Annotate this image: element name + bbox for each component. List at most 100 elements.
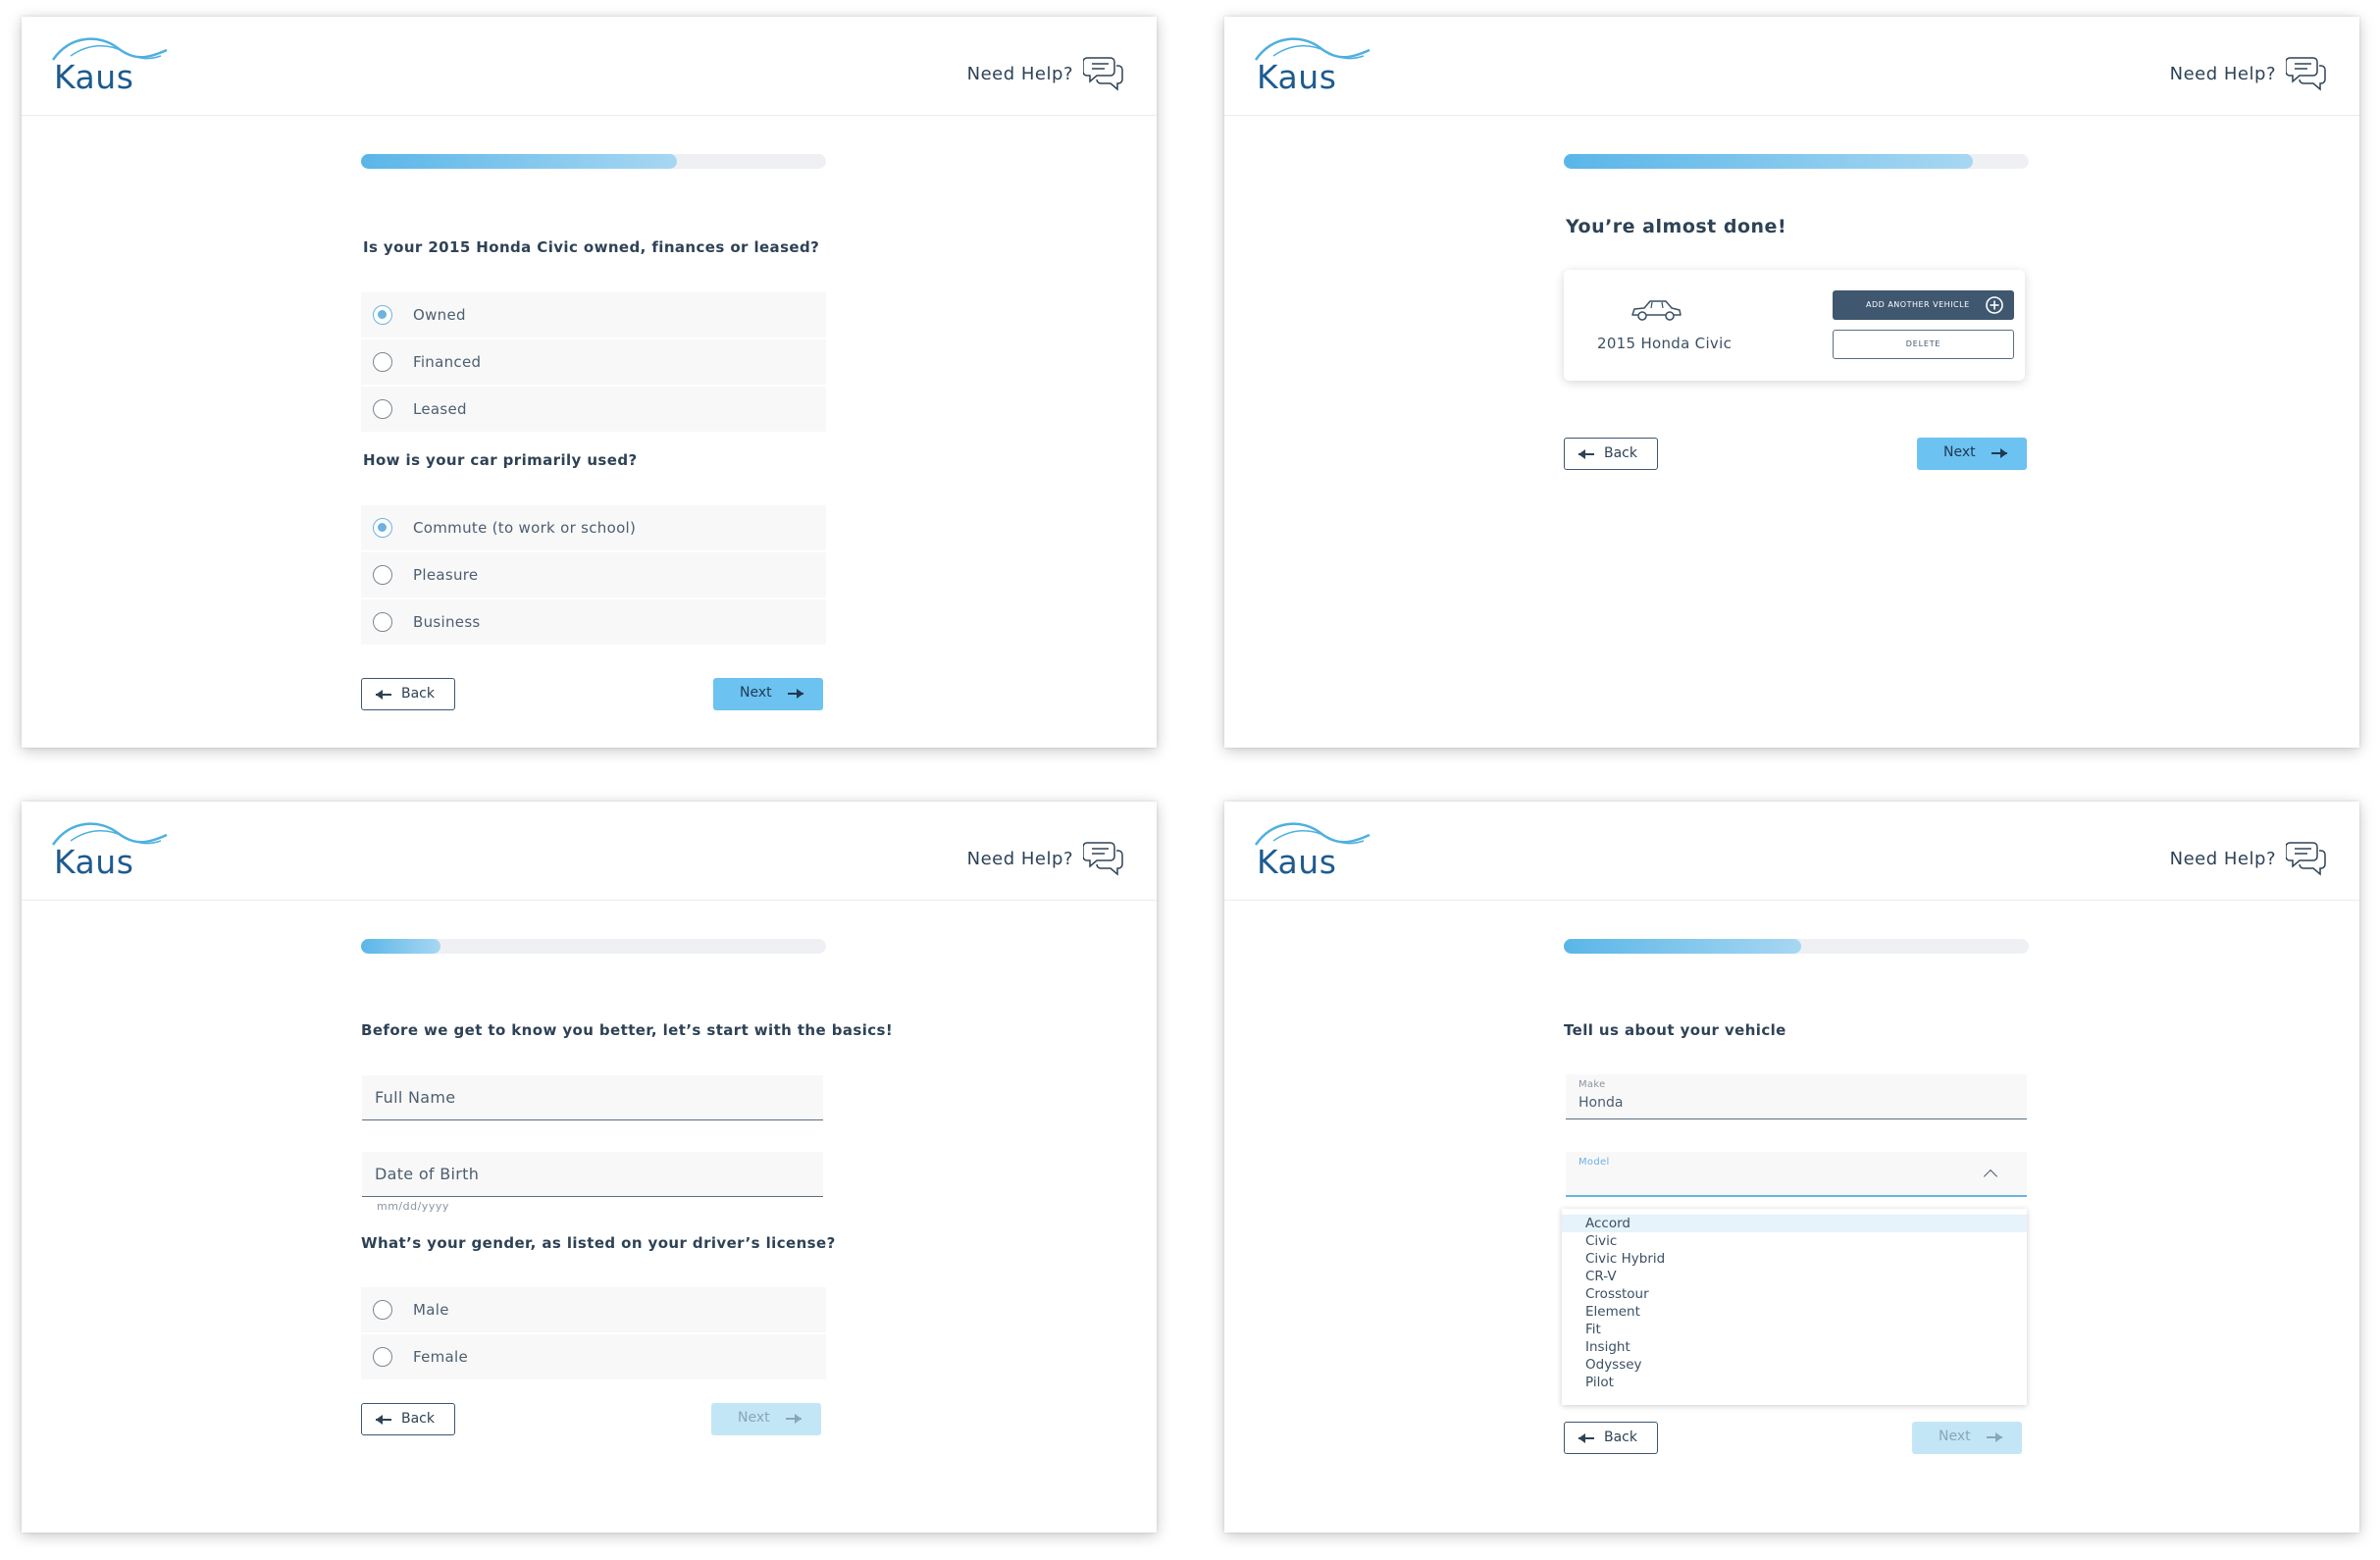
radio-button[interactable] [373,565,392,585]
progress-bar [1564,939,2029,954]
vehicle-heading: Tell us about your vehicle [1564,1021,1786,1039]
header: Kaus Need Help? [1224,802,2359,901]
progress-fill [361,939,440,954]
progress-fill [1564,939,1801,954]
radio-label: Business [413,613,481,631]
next-button[interactable]: Next [1912,1422,2022,1454]
full-name-placeholder: Full Name [375,1088,456,1107]
radio-label: Pleasure [413,566,479,584]
model-option[interactable]: Pilot [1562,1374,2027,1391]
model-option[interactable]: Civic Hybrid [1562,1250,2027,1268]
arrow-right-icon [1992,448,2007,458]
radio-button[interactable] [373,399,392,419]
add-another-vehicle-button[interactable]: ADD ANOTHER VEHICLE [1833,290,2014,320]
logo[interactable]: Kaus [51,30,169,104]
delete-label: DELETE [1905,339,1941,348]
car-icon [1631,300,1682,321]
back-label: Back [1604,1430,1637,1445]
almost-done-heading: You’re almost done! [1566,216,1787,237]
header: Kaus Need Help? [1224,17,2359,116]
back-button[interactable]: Back [361,1403,455,1435]
arrow-left-icon [376,690,391,700]
logo-text: Kaus [54,843,134,881]
radio-button[interactable] [373,352,392,372]
dob-hint: mm/dd/yyyy [377,1200,449,1213]
vehicle-name: 2015 Honda Civic [1597,335,1733,352]
logo[interactable]: Kaus [1254,815,1371,889]
radio-button[interactable] [373,1347,392,1367]
next-button[interactable]: Next [1917,438,2027,470]
progress-bar [361,939,826,954]
back-label: Back [1604,445,1637,461]
model-select[interactable]: Model [1566,1152,2027,1197]
usage-question: How is your car primarily used? [363,451,638,469]
radio-financed[interactable]: Financed [361,339,826,385]
radio-button[interactable] [373,518,392,538]
chevron-up-icon[interactable] [1983,1169,1998,1184]
logo[interactable]: Kaus [1254,30,1371,104]
back-button[interactable]: Back [1564,1422,1658,1454]
progress-fill [361,154,678,169]
model-option[interactable]: Element [1562,1303,2027,1321]
back-label: Back [401,1411,435,1427]
need-help-label[interactable]: Need Help? [2170,64,2276,84]
full-name-field[interactable]: Full Name [362,1075,823,1120]
model-option[interactable]: Odyssey [1562,1356,2027,1374]
logo-text: Kaus [54,58,134,96]
plus-circle-icon [1986,296,2003,314]
delete-vehicle-button[interactable]: DELETE [1833,330,2014,359]
arrow-left-icon [1578,1433,1594,1443]
arrow-left-icon [376,1415,391,1425]
arrow-right-icon [788,689,803,699]
radio-owned[interactable]: Owned [361,292,826,338]
make-label: Make [1578,1079,1606,1090]
radio-female[interactable]: Female [361,1334,826,1379]
ownership-radio-group: Owned Financed Leased [361,292,826,434]
radio-button[interactable] [373,305,392,325]
radio-leased[interactable]: Leased [361,387,826,432]
radio-commute[interactable]: Commute (to work or school) [361,505,826,550]
date-of-birth-field[interactable]: Date of Birth [362,1152,823,1197]
header: Kaus Need Help? [22,17,1157,116]
chat-bubbles-icon[interactable] [2286,839,2327,876]
basics-heading: Before we get to know you better, let’s … [361,1021,894,1039]
need-help-label[interactable]: Need Help? [2170,849,2276,869]
radio-business[interactable]: Business [361,599,826,645]
back-label: Back [401,686,435,702]
next-label: Next [1939,1429,1971,1444]
chat-bubbles-icon[interactable] [1083,54,1124,91]
logo-text: Kaus [1257,843,1337,881]
model-label: Model [1578,1157,1610,1168]
next-button[interactable]: Next [711,1403,821,1435]
radio-label: Owned [413,306,466,324]
radio-label: Financed [413,353,482,371]
chat-bubbles-icon[interactable] [2286,54,2327,91]
radio-button[interactable] [373,612,392,632]
model-option[interactable]: CR-V [1562,1268,2027,1285]
next-label: Next [1943,444,1976,460]
model-option[interactable]: Fit [1562,1321,2027,1338]
model-option[interactable]: Insight [1562,1338,2027,1356]
make-field[interactable]: Make Honda [1566,1074,2027,1119]
vehicle-card: 2015 Honda Civic ADD ANOTHER VEHICLE DEL… [1564,270,2025,381]
gender-question: What’s your gender, as listed on your dr… [361,1234,836,1252]
progress-bar [1564,154,2029,169]
screen-vehicle: Kaus Need Help? Tell us about your vehic… [1224,802,2359,1533]
screen-almost-done: Kaus Need Help? You’re almost done! 2015… [1224,17,2359,748]
back-button[interactable]: Back [361,678,455,710]
radio-male[interactable]: Male [361,1287,826,1332]
add-vehicle-label: ADD ANOTHER VEHICLE [1866,300,1970,309]
need-help-label[interactable]: Need Help? [967,64,1073,84]
model-option[interactable]: Civic [1562,1232,2027,1250]
radio-pleasure[interactable]: Pleasure [361,552,826,598]
radio-button[interactable] [373,1300,392,1320]
next-button[interactable]: Next [713,678,823,710]
logo[interactable]: Kaus [51,815,169,889]
arrow-right-icon [786,1414,802,1424]
back-button[interactable]: Back [1564,438,1658,470]
radio-label: Leased [413,400,467,418]
need-help-label[interactable]: Need Help? [967,849,1073,869]
chat-bubbles-icon[interactable] [1083,839,1124,876]
model-option[interactable]: Accord [1562,1215,2027,1232]
model-option[interactable]: Crosstour [1562,1285,2027,1303]
